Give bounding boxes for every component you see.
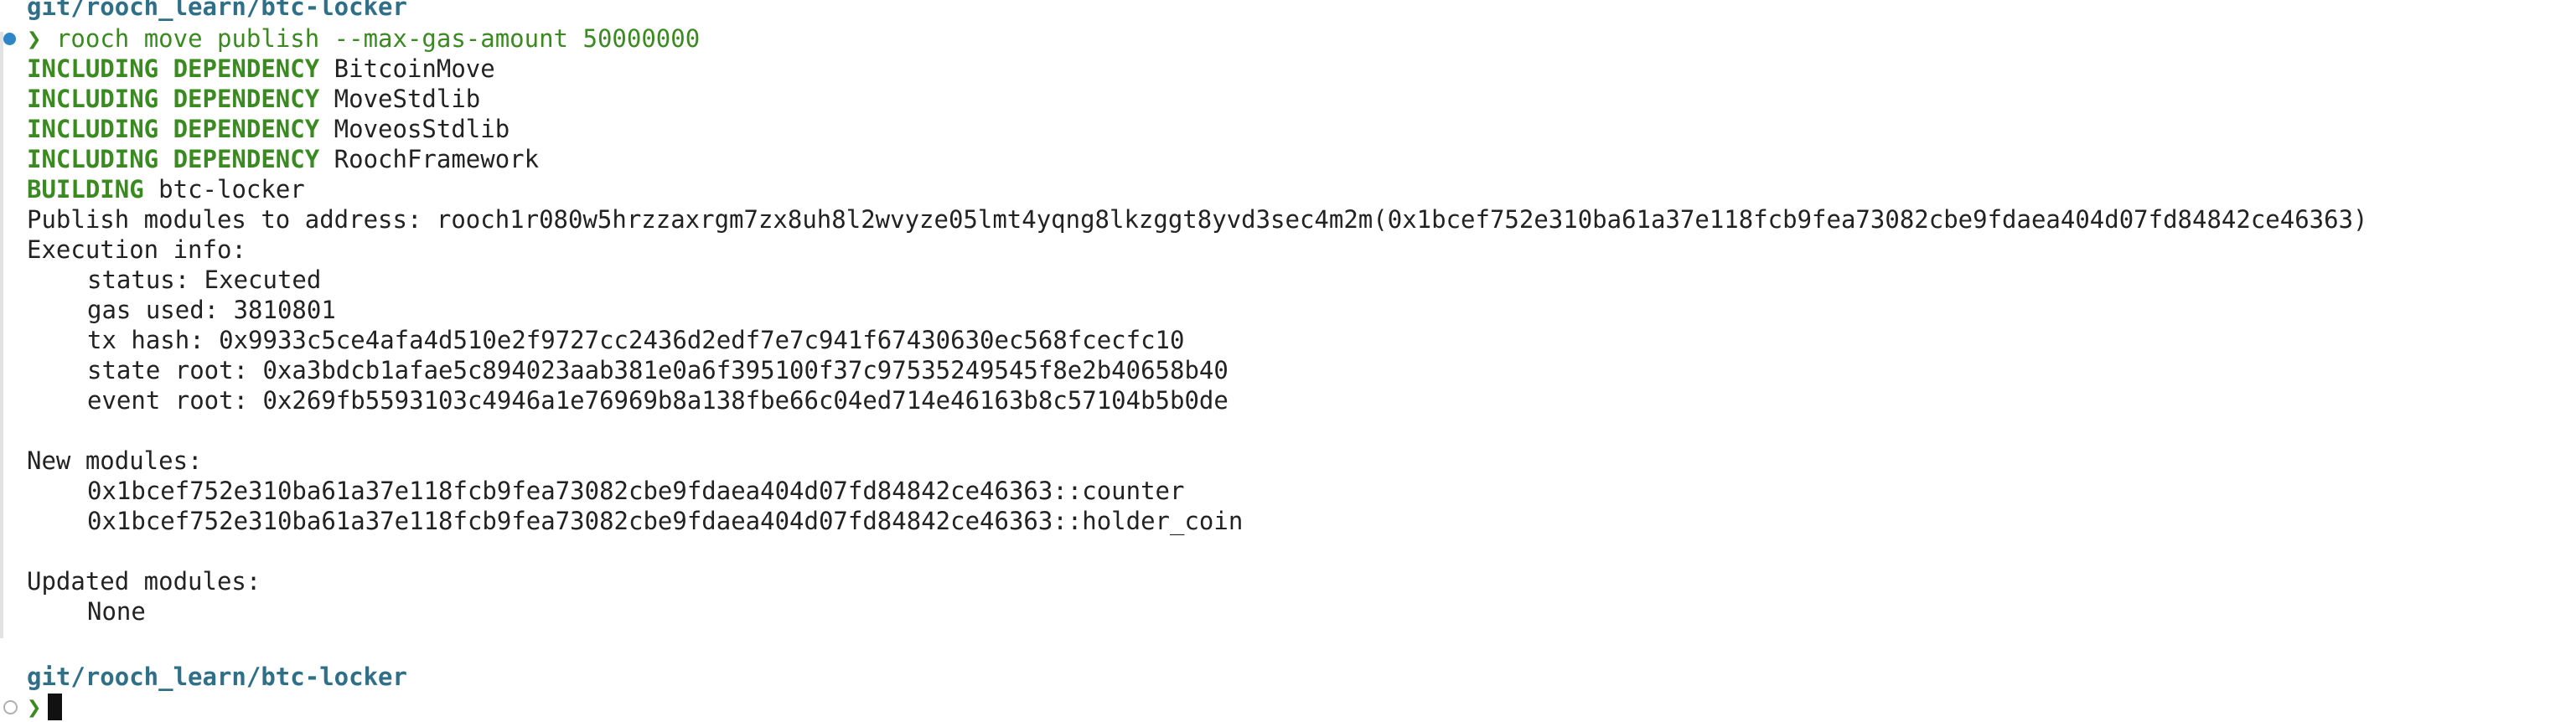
execution-info-label: Execution info: (27, 235, 246, 264)
updated-modules-label: Updated modules: (27, 567, 261, 596)
dependency-line: INCLUDING DEPENDENCY MoveStdlib (27, 84, 480, 114)
dependency-tag: INCLUDING DEPENDENCY (27, 145, 320, 173)
dependency-tag: INCLUDING DEPENDENCY (27, 115, 320, 143)
new-module-item: 0x1bcef752e310ba61a37e118fcb9fea73082cbe… (87, 507, 1244, 535)
building-line: BUILDING btc-locker (27, 174, 305, 204)
dependency-name: MoveStdlib (334, 85, 481, 113)
dependency-name: BitcoinMove (334, 54, 495, 83)
dependency-name: RoochFramework (334, 145, 540, 173)
dependency-line: INCLUDING DEPENDENCY MoveosStdlib (27, 114, 510, 144)
dependency-line: INCLUDING DEPENDENCY BitcoinMove (27, 54, 495, 84)
cwd-path-bottom: git/rooch_learn/btc-locker (27, 663, 407, 691)
terminal-window[interactable]: git/rooch_learn/btc-locker ❯ rooch move … (0, 0, 2576, 722)
cwd-path-top: git/rooch_learn/btc-locker (27, 0, 407, 21)
publish-address-line: Publish modules to address: rooch1r080w5… (27, 205, 2368, 234)
updated-module-item: None (87, 597, 146, 626)
dependency-name: MoveosStdlib (334, 115, 510, 143)
building-tag: BUILDING (27, 175, 144, 204)
prompt-block-marker-icon[interactable] (3, 700, 18, 714)
execution-state-root: state root: 0xa3bdcb1afae5c894023aab381e… (87, 356, 1229, 384)
execution-tx-hash: tx hash: 0x9933c5ce4afa4d510e2f9727cc243… (87, 326, 1185, 354)
prompt-symbol: ❯ (27, 24, 42, 53)
new-module-item: 0x1bcef752e310ba61a37e118fcb9fea73082cbe… (87, 477, 1185, 505)
command-block-gutter (0, 32, 3, 638)
command-block-marker-icon[interactable] (3, 33, 16, 45)
dependency-line: INCLUDING DEPENDENCY RoochFramework (27, 144, 539, 174)
execution-event-root: event root: 0x269fb5593103c4946a1e76969b… (87, 386, 1229, 415)
command-text: rooch move publish --max-gas-amount 5000… (55, 24, 701, 53)
execution-status: status: Executed (87, 266, 322, 294)
text-cursor (48, 694, 63, 720)
execution-gas-used: gas used: 3810801 (87, 296, 336, 324)
new-modules-label: New modules: (27, 446, 203, 475)
dependency-tag: INCLUDING DEPENDENCY (27, 85, 320, 113)
prompt-symbol: ❯ (27, 693, 42, 721)
building-name: btc-locker (158, 175, 305, 204)
command-line: ❯ rooch move publish --max-gas-amount 50… (27, 23, 700, 54)
dependency-tag: INCLUDING DEPENDENCY (27, 54, 320, 83)
input-prompt-line[interactable]: ❯ (27, 692, 63, 722)
